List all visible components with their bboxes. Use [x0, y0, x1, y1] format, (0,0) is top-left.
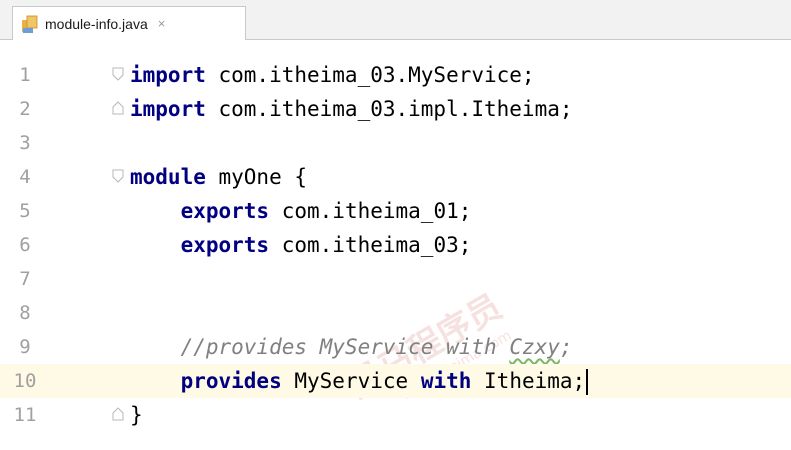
code-text: provides MyService with Itheima;	[130, 364, 589, 398]
line-number: 8	[19, 302, 31, 324]
code-line[interactable]: 11}	[0, 398, 791, 432]
fold-marker-icon[interactable]	[112, 407, 124, 421]
tab-label: module-info.java	[45, 15, 148, 32]
code-line[interactable]: 2 import com.itheima_03.impl.Itheima;	[0, 92, 791, 126]
java-file-icon	[21, 14, 39, 34]
fold-marker-icon[interactable]	[112, 101, 124, 115]
code-line[interactable]: 4 module myOne {	[0, 160, 791, 194]
code-text: import com.itheima_03.impl.Itheima;	[130, 97, 573, 121]
line-number: 5	[19, 200, 31, 222]
line-number: 1	[19, 64, 31, 86]
code-line[interactable]: 3	[0, 126, 791, 160]
editor-tab-bar: module-info.java ×	[0, 0, 791, 40]
line-number: 4	[19, 166, 31, 188]
code-text: exports com.itheima_01;	[180, 199, 472, 223]
code-text: import com.itheima_03.MyService;	[130, 63, 535, 87]
line-number: 2	[19, 98, 31, 120]
line-number: 3	[19, 132, 31, 154]
code-line[interactable]: 8	[0, 296, 791, 330]
code-line[interactable]: 7	[0, 262, 791, 296]
code-line[interactable]: 10 provides MyService with Itheima;	[0, 364, 791, 398]
line-number: 7	[19, 268, 31, 290]
code-text: }	[130, 403, 143, 427]
line-number: 11	[13, 404, 37, 426]
tab-module-info[interactable]: module-info.java ×	[12, 6, 246, 40]
text-caret	[586, 369, 589, 395]
code-line[interactable]: 1 import com.itheima_03.MyService;	[0, 58, 791, 92]
fold-marker-icon[interactable]	[112, 169, 124, 183]
fold-marker-icon[interactable]	[112, 67, 124, 81]
line-number: 6	[19, 234, 31, 256]
code-line[interactable]: 6 exports com.itheima_03;	[0, 228, 791, 262]
code-text: exports com.itheima_03;	[180, 233, 472, 257]
line-number: 10	[13, 370, 37, 392]
code-line[interactable]: 5 exports com.itheima_01;	[0, 194, 791, 228]
close-icon[interactable]: ×	[158, 16, 166, 31]
line-number: 9	[19, 336, 31, 358]
code-line[interactable]: 9 //provides MyService with Czxy;	[0, 330, 791, 364]
code-editor[interactable]: 黑马程序员 www.itheima.com 1import com.itheim…	[0, 40, 791, 450]
code-text: module myOne {	[130, 165, 308, 189]
code-text: //provides MyService with Czxy;	[180, 335, 573, 359]
